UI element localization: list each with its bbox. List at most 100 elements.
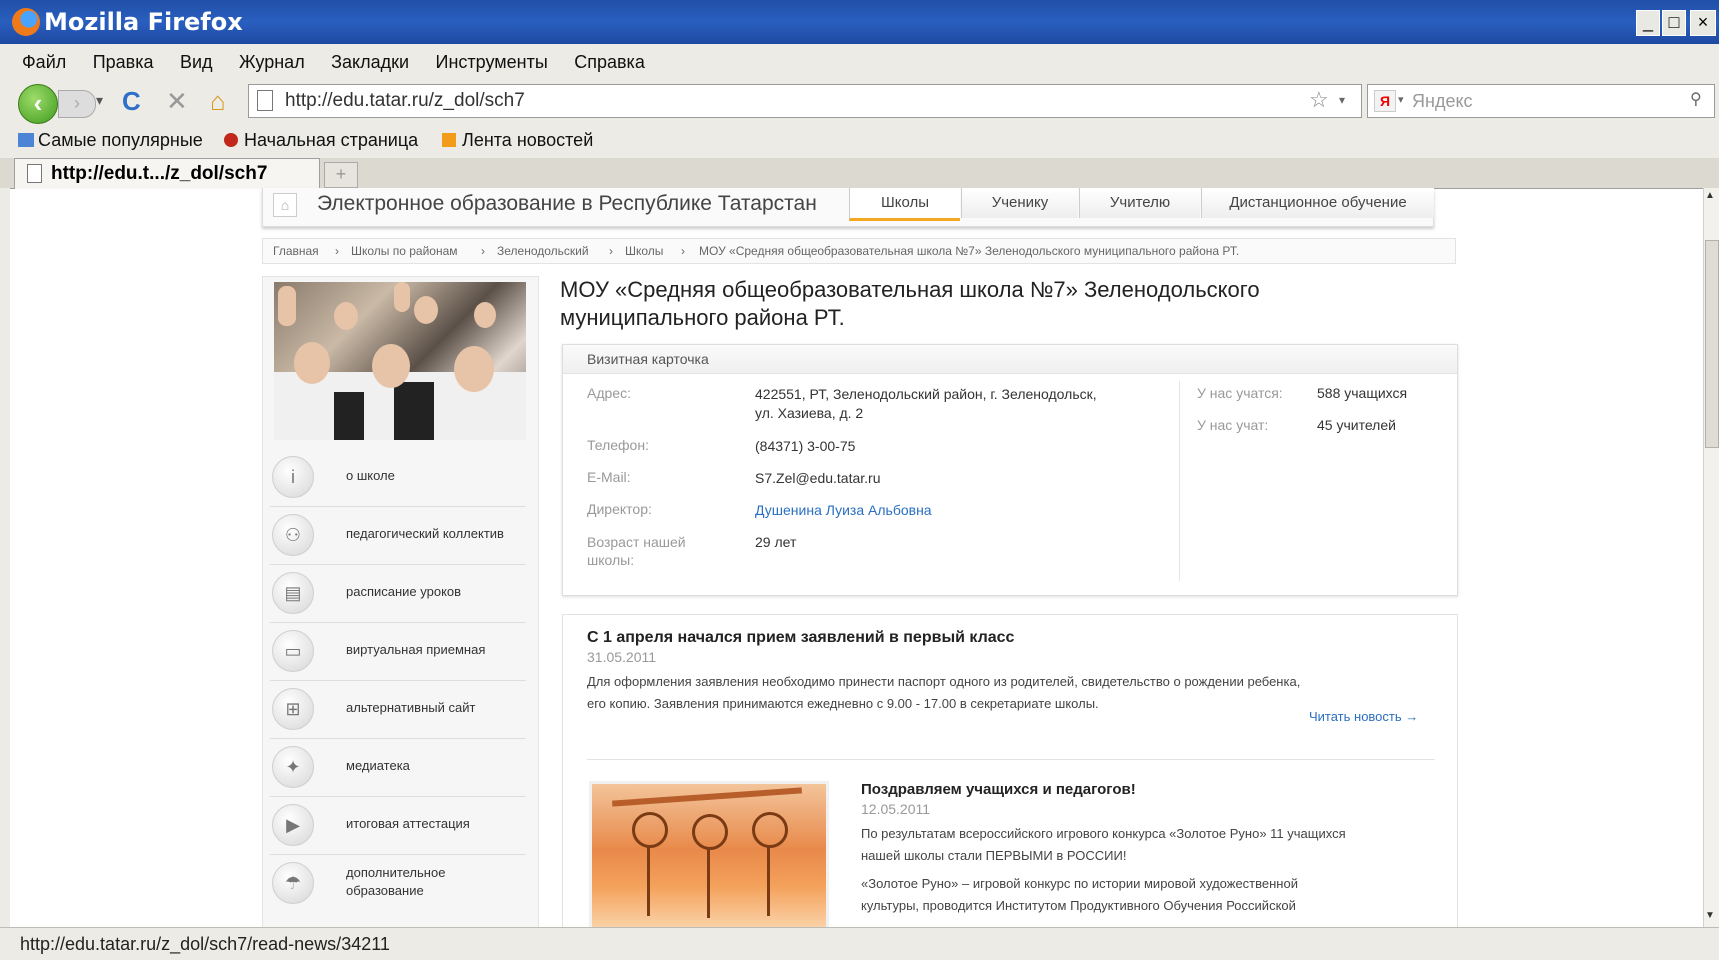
bookmark-start-page[interactable]: Начальная страница bbox=[224, 130, 418, 151]
page-icon bbox=[257, 90, 273, 111]
home-icon[interactable]: ⌂ bbox=[210, 86, 226, 117]
site-tab-student[interactable]: Ученику bbox=[961, 188, 1078, 218]
browser-tab[interactable]: http://edu.t.../z_dol/sch7 bbox=[14, 158, 320, 189]
teachers-label: У нас учат: bbox=[1197, 417, 1269, 433]
breadcrumb-home[interactable]: Главная bbox=[273, 244, 319, 258]
window-title: Mozilla Firefox bbox=[44, 8, 243, 36]
new-tab-button[interactable]: + bbox=[324, 162, 358, 188]
teachers-value: 45 учителей bbox=[1317, 417, 1396, 433]
breadcrumb: Главная › Школы по районам › Зеленодольс… bbox=[262, 238, 1456, 264]
menu-edit[interactable]: Правка bbox=[93, 52, 154, 73]
address-value: 422551, РТ, Зеленодольский район, г. Зел… bbox=[755, 385, 1155, 423]
engine-dropdown-icon[interactable]: ▾ bbox=[1398, 93, 1404, 106]
site-icon: ⊞ bbox=[272, 688, 314, 730]
address-bar[interactable]: http://edu.tatar.ru/z_dol/sch7 ☆ ▾ bbox=[248, 84, 1362, 118]
news-title[interactable]: Поздравляем учащихся и педагогов! bbox=[861, 781, 1136, 798]
sidebar-item-label: итоговая аттестация bbox=[346, 816, 470, 831]
bookmark-star-icon[interactable]: ☆ bbox=[1309, 87, 1329, 113]
news-date: 31.05.2011 bbox=[587, 649, 657, 665]
site-header: ⌂ Электронное образование в Республике Т… bbox=[262, 188, 1434, 227]
address-label: Адрес: bbox=[587, 385, 631, 401]
news-text-line: его копию. Заявления принимаются ежеднев… bbox=[587, 696, 1099, 711]
scroll-up-icon[interactable]: ▲ bbox=[1705, 190, 1715, 201]
news-title[interactable]: С 1 апреля начался прием заявлений в пер… bbox=[587, 629, 1014, 647]
firefox-bookmark-icon bbox=[224, 133, 238, 147]
card-divider bbox=[1179, 381, 1180, 581]
scrollbar-thumb[interactable] bbox=[1705, 240, 1719, 448]
url-text[interactable]: http://edu.tatar.ru/z_dol/sch7 bbox=[285, 90, 525, 112]
menu-view[interactable]: Вид bbox=[180, 52, 213, 73]
sidebar-item-media[interactable]: ✦ медиатека bbox=[270, 738, 526, 797]
breadcrumb-separator: › bbox=[481, 244, 485, 258]
site-brand[interactable]: Электронное образование в Республике Тат… bbox=[317, 192, 817, 216]
email-value[interactable]: S7.Zel@edu.tatar.ru bbox=[755, 469, 1155, 488]
sidebar-item-reception[interactable]: ▭ виртуальная приемная bbox=[270, 622, 526, 681]
sidebar-item-about[interactable]: i о школе bbox=[270, 448, 526, 507]
reception-icon: ▭ bbox=[272, 630, 314, 672]
menu-bar: Файл Правка Вид Журнал Закладки Инструме… bbox=[0, 44, 1719, 81]
yandex-engine-icon[interactable]: Я bbox=[1374, 90, 1396, 112]
bookmark-popular[interactable]: Самые популярные bbox=[18, 130, 203, 151]
forward-button[interactable]: › bbox=[58, 90, 96, 118]
news-panel: С 1 апреля начался прием заявлений в пер… bbox=[562, 614, 1458, 934]
news-image[interactable] bbox=[589, 781, 829, 934]
sidebar-item-label: виртуальная приемная bbox=[346, 642, 486, 657]
news-divider bbox=[587, 759, 1435, 760]
page-title-line: МОУ «Средняя общеобразовательная школа №… bbox=[560, 277, 1260, 302]
sidebar-item-schedule[interactable]: ▤ расписание уроков bbox=[270, 564, 526, 623]
reload-icon[interactable]: C bbox=[122, 86, 141, 117]
sidebar-item-alt-site[interactable]: ⊞ альтернативный сайт bbox=[270, 680, 526, 739]
extra-icon: ☂ bbox=[272, 862, 314, 904]
menu-tools[interactable]: Инструменты bbox=[436, 52, 548, 73]
phone-label: Телефон: bbox=[587, 437, 649, 453]
breadcrumb-zelenodolsk[interactable]: Зеленодольский bbox=[497, 244, 589, 258]
sidebar-item-label: педагогический коллектив bbox=[346, 526, 504, 541]
search-go-icon[interactable]: ⚲ bbox=[1690, 89, 1702, 109]
info-icon: i bbox=[272, 456, 314, 498]
stop-icon[interactable]: ✕ bbox=[166, 86, 188, 117]
maximize-button[interactable]: □ bbox=[1662, 10, 1686, 36]
title-bar: Mozilla Firefox bbox=[0, 0, 1719, 44]
site-tab-distance[interactable]: Дистанционное обучение bbox=[1201, 188, 1434, 218]
minimize-button[interactable]: _ bbox=[1636, 10, 1660, 36]
menu-help[interactable]: Справка bbox=[574, 52, 645, 73]
staff-icon: ⚇ bbox=[272, 514, 314, 556]
close-button[interactable]: × bbox=[1690, 10, 1716, 36]
rss-icon bbox=[442, 133, 456, 147]
schedule-icon: ▤ bbox=[272, 572, 314, 614]
search-box[interactable]: Я ▾ Яндекс ⚲ bbox=[1367, 84, 1715, 118]
director-link[interactable]: Душенина Луиза Альбовна bbox=[755, 501, 1155, 520]
site-home-icon[interactable]: ⌂ bbox=[273, 193, 297, 217]
card-title: Визитная карточка bbox=[587, 351, 709, 367]
sidebar-item-extra-education[interactable]: ☂ дополнительное образование bbox=[270, 854, 526, 912]
age-label-line: Возраст нашей bbox=[587, 534, 686, 550]
menu-file[interactable]: Файл bbox=[22, 52, 66, 73]
breadcrumb-districts[interactable]: Школы по районам bbox=[351, 244, 458, 258]
history-dropdown-icon[interactable]: ▾ bbox=[96, 92, 103, 109]
search-input[interactable]: Яндекс bbox=[1412, 91, 1473, 112]
scroll-down-icon[interactable]: ▼ bbox=[1705, 910, 1715, 921]
bookmark-news-feed[interactable]: Лента новостей bbox=[442, 130, 593, 151]
url-dropdown-icon[interactable]: ▾ bbox=[1339, 93, 1345, 107]
status-text: http://edu.tatar.ru/z_dol/sch7/read-news… bbox=[20, 934, 390, 954]
page-title: МОУ «Средняя общеобразовательная школа №… bbox=[560, 276, 1360, 332]
back-button[interactable]: ‹ bbox=[18, 84, 58, 124]
address-line: 422551, РТ, Зеленодольский район, г. Зел… bbox=[755, 386, 1097, 402]
director-label: Директор: bbox=[587, 501, 652, 517]
site-tab-schools[interactable]: Школы bbox=[849, 188, 960, 221]
menu-bookmarks[interactable]: Закладки bbox=[331, 52, 409, 73]
tab-label: http://edu.t.../z_dol/sch7 bbox=[51, 163, 268, 184]
menu-history[interactable]: Журнал bbox=[239, 52, 305, 73]
sidebar-item-label: дополнительное образование bbox=[346, 864, 445, 900]
site-tab-teacher[interactable]: Учителю bbox=[1079, 188, 1200, 218]
sidebar-item-staff[interactable]: ⚇ педагогический коллектив bbox=[270, 506, 526, 565]
age-label-line: школы: bbox=[587, 552, 635, 568]
breadcrumb-schools[interactable]: Школы bbox=[625, 244, 663, 258]
students-value: 588 учащихся bbox=[1317, 385, 1408, 401]
window-left-border bbox=[0, 188, 10, 927]
sidebar-item-attestation[interactable]: ▶ итоговая аттестация bbox=[270, 796, 526, 855]
read-more-link[interactable]: Читать новость → bbox=[1309, 709, 1418, 724]
page-title-line: муниципального района РТ. bbox=[560, 305, 845, 330]
sidebar-item-label: медиатека bbox=[346, 758, 410, 773]
play-icon: ▶ bbox=[272, 804, 314, 846]
